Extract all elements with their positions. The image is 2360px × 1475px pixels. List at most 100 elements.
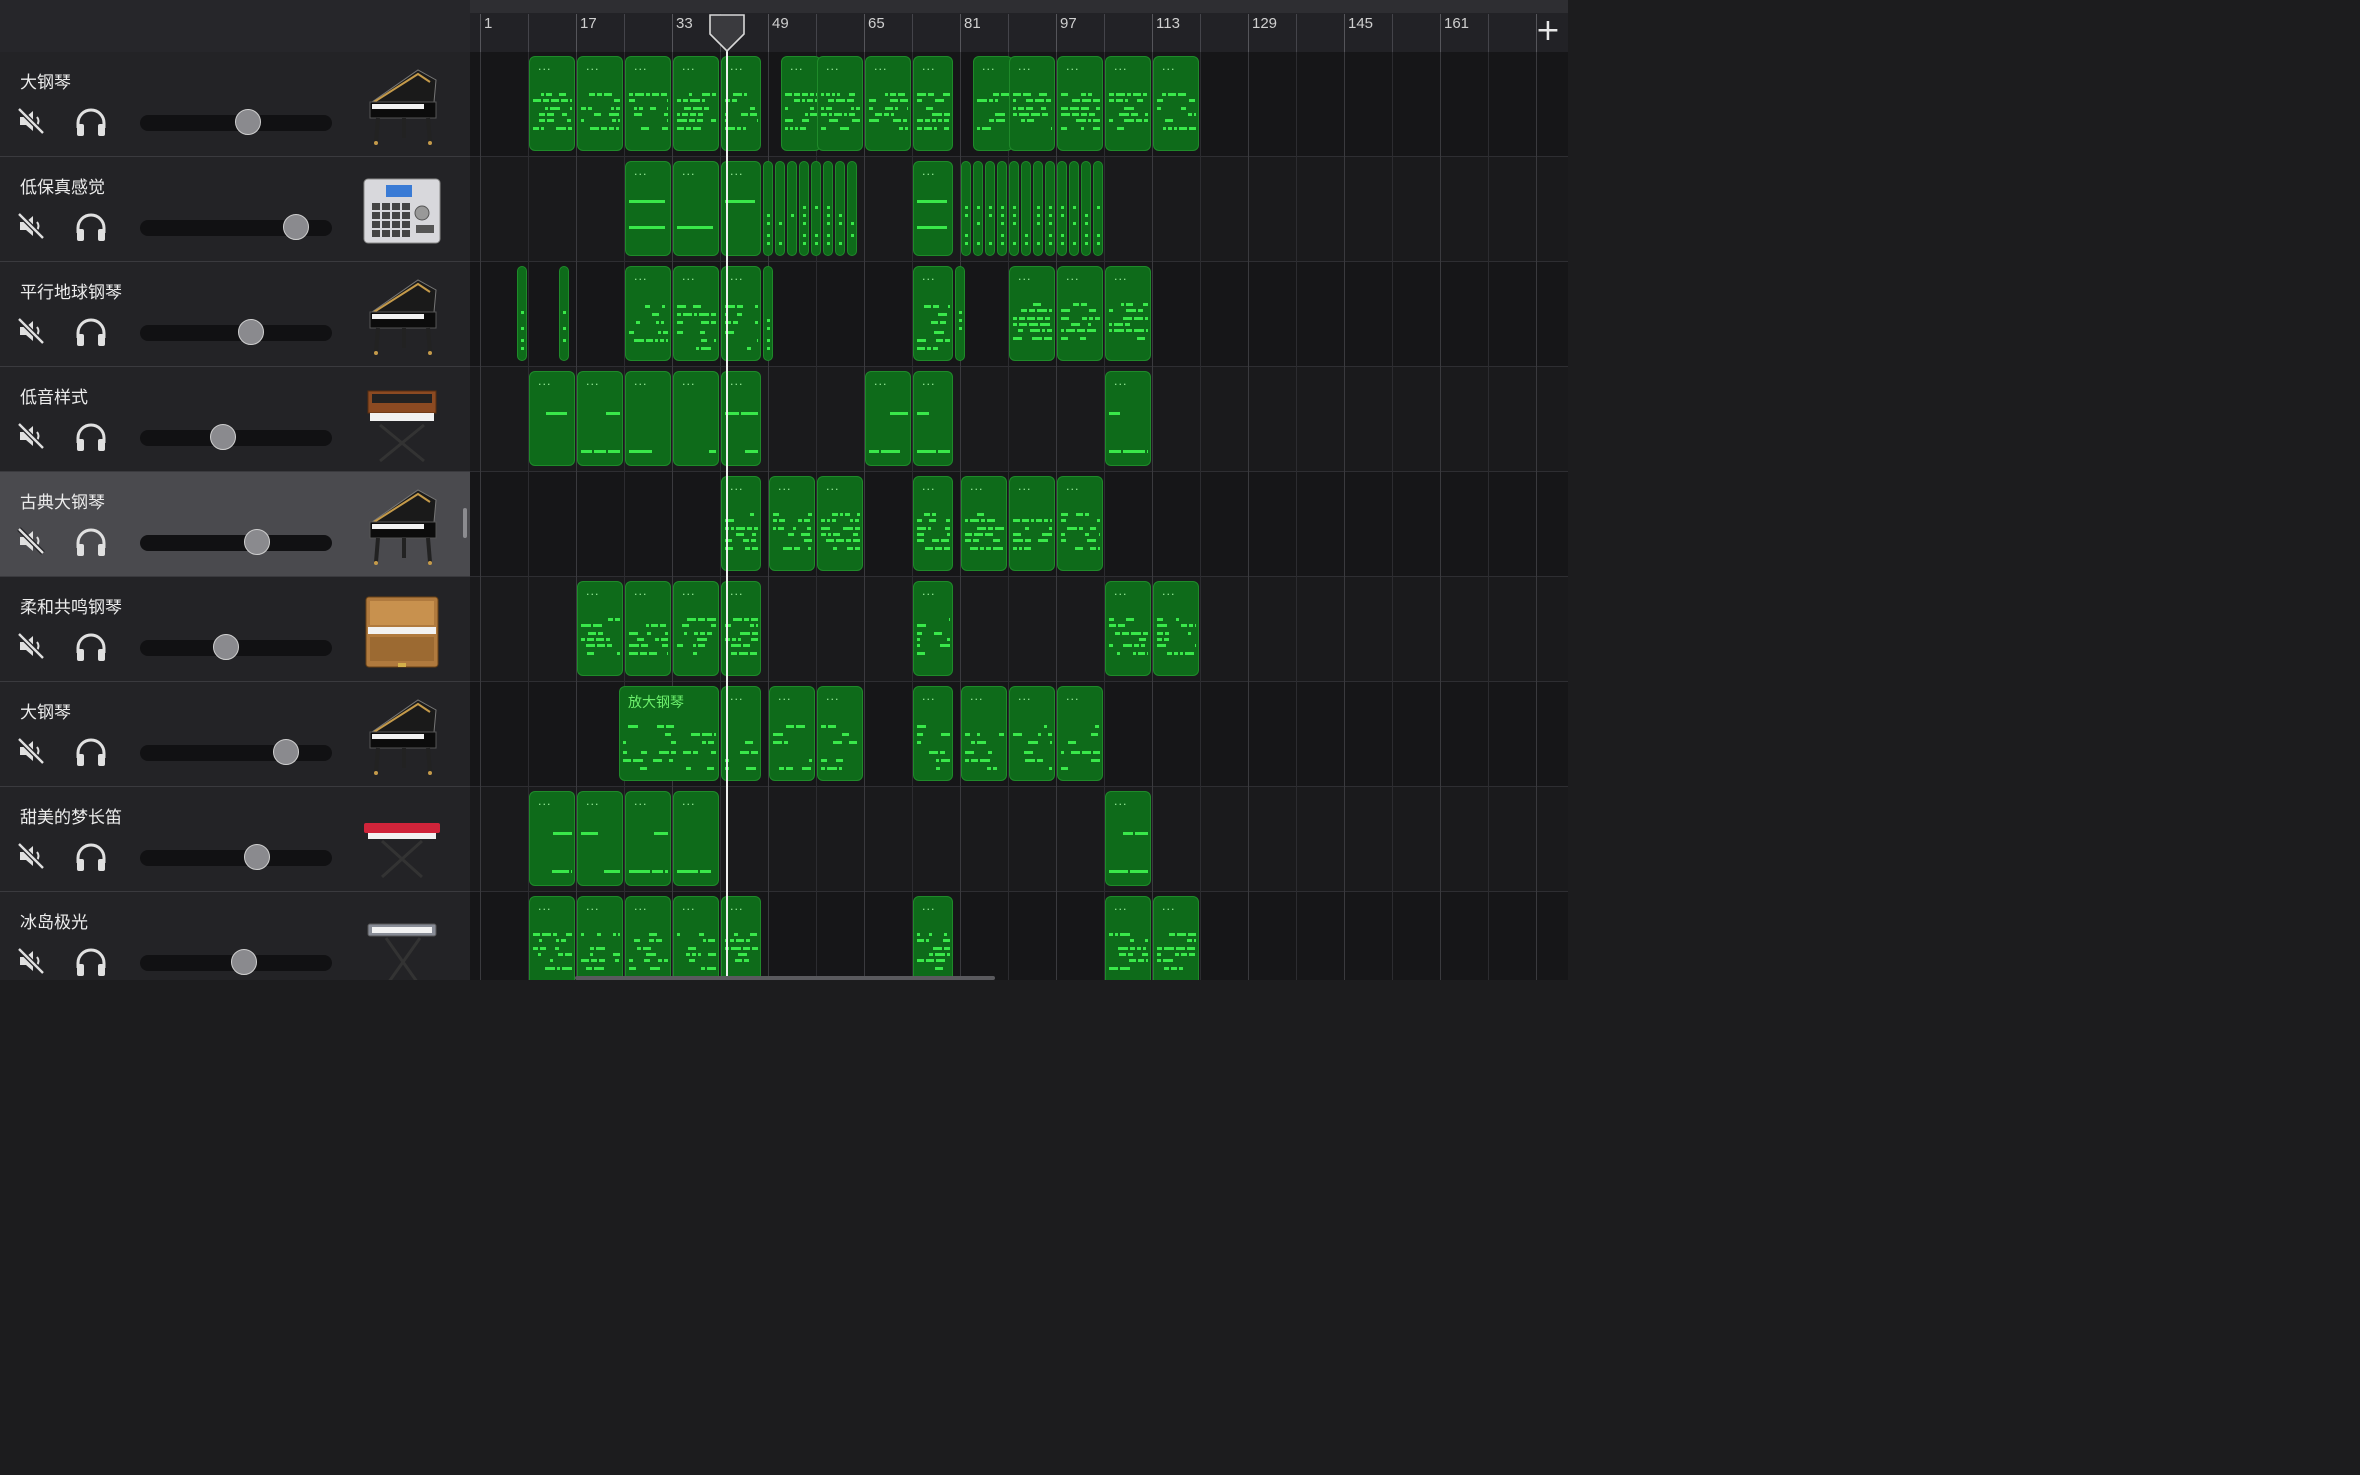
volume-slider-knob[interactable]: [282, 214, 309, 240]
midi-region[interactable]: ···: [769, 476, 815, 571]
midi-region[interactable]: ···: [577, 56, 623, 151]
midi-region[interactable]: [517, 266, 527, 361]
midi-region[interactable]: [997, 161, 1007, 256]
midi-region[interactable]: ···: [577, 791, 623, 886]
volume-slider-knob[interactable]: [209, 424, 236, 450]
midi-region[interactable]: ···: [1105, 266, 1151, 361]
midi-region[interactable]: [1093, 161, 1103, 256]
midi-region[interactable]: [961, 161, 971, 256]
midi-region[interactable]: ···: [625, 266, 671, 361]
midi-region[interactable]: ···: [1057, 266, 1103, 361]
midi-region[interactable]: ···: [625, 56, 671, 151]
solo-button[interactable]: [74, 526, 108, 558]
volume-slider[interactable]: [140, 739, 332, 765]
timeline[interactable]: ··· ··· ··· ··· ··· ··· ··· ··· ··· ··· ··· ··· ··· ·…: [470, 52, 1568, 980]
solo-button[interactable]: [74, 316, 108, 348]
midi-region[interactable]: ···: [625, 371, 671, 466]
instrument-grand-piano-icon[interactable]: [358, 272, 446, 360]
midi-region[interactable]: ···: [673, 371, 719, 466]
mute-button[interactable]: [16, 211, 46, 241]
midi-region[interactable]: [835, 161, 845, 256]
midi-region[interactable]: [1057, 161, 1067, 256]
midi-region[interactable]: ···: [973, 56, 1013, 151]
midi-region[interactable]: ···: [1105, 56, 1151, 151]
midi-region[interactable]: [847, 161, 857, 256]
volume-slider[interactable]: [140, 214, 332, 240]
solo-button[interactable]: [74, 211, 108, 243]
playhead-handle[interactable]: [708, 14, 746, 52]
volume-slider-knob[interactable]: [272, 739, 299, 765]
track-header[interactable]: 冰岛极光: [0, 892, 470, 980]
midi-region[interactable]: [763, 266, 773, 361]
midi-region[interactable]: [973, 161, 983, 256]
midi-region[interactable]: ···: [1009, 476, 1055, 571]
solo-button[interactable]: [74, 106, 108, 138]
midi-region[interactable]: ···: [1105, 581, 1151, 676]
volume-slider-knob[interactable]: [230, 949, 257, 975]
midi-region[interactable]: ···: [1153, 56, 1199, 151]
midi-region[interactable]: ···: [625, 161, 671, 256]
midi-region[interactable]: [811, 161, 821, 256]
track-header[interactable]: 平行地球钢琴: [0, 262, 470, 367]
instrument-drum-machine-icon[interactable]: [358, 167, 446, 255]
midi-region[interactable]: ···: [961, 686, 1007, 781]
instrument-keyboard-stand-icon[interactable]: [358, 902, 446, 980]
solo-button[interactable]: [74, 736, 108, 768]
midi-region[interactable]: [1033, 161, 1043, 256]
volume-slider-knob[interactable]: [234, 109, 261, 135]
volume-slider[interactable]: [140, 634, 332, 660]
mute-button[interactable]: [16, 106, 46, 136]
track-header[interactable]: 古典大钢琴: [0, 472, 470, 577]
midi-region[interactable]: ···: [1009, 266, 1055, 361]
volume-slider-knob[interactable]: [238, 319, 265, 345]
midi-region[interactable]: [1069, 161, 1079, 256]
midi-region[interactable]: ···: [961, 476, 1007, 571]
track-header[interactable]: 大钢琴: [0, 682, 470, 787]
midi-region[interactable]: ···: [769, 686, 815, 781]
mute-button[interactable]: [16, 526, 46, 556]
solo-button[interactable]: [74, 631, 108, 663]
midi-region[interactable]: ···: [865, 371, 911, 466]
solo-button[interactable]: [74, 421, 108, 453]
volume-slider[interactable]: [140, 109, 332, 135]
midi-region[interactable]: 放大钢琴: [619, 686, 719, 781]
horizontal-scrollbar[interactable]: [575, 976, 995, 980]
midi-region[interactable]: [955, 266, 965, 361]
midi-region[interactable]: ···: [673, 791, 719, 886]
midi-region[interactable]: ···: [817, 686, 863, 781]
midi-region[interactable]: ···: [577, 371, 623, 466]
midi-region[interactable]: [1081, 161, 1091, 256]
midi-region[interactable]: [799, 161, 809, 256]
track-header[interactable]: 大钢琴: [0, 52, 470, 157]
midi-region[interactable]: ···: [1105, 896, 1151, 980]
midi-region[interactable]: [985, 161, 995, 256]
volume-slider[interactable]: [140, 844, 332, 870]
midi-region[interactable]: [1009, 161, 1019, 256]
midi-region[interactable]: [823, 161, 833, 256]
mute-button[interactable]: [16, 421, 46, 451]
instrument-upright-piano-icon[interactable]: [358, 587, 446, 675]
solo-button[interactable]: [74, 841, 108, 873]
midi-region[interactable]: ···: [625, 791, 671, 886]
instrument-grand-piano-icon[interactable]: [358, 692, 446, 780]
instrument-grand-piano-icon[interactable]: [358, 62, 446, 150]
midi-region[interactable]: ···: [625, 581, 671, 676]
bar-ruler[interactable]: + 1 17 33 49 65 81 97 113 129 145 161: [470, 0, 1568, 53]
volume-slider[interactable]: [140, 529, 332, 555]
add-section-button[interactable]: +: [1528, 14, 1568, 50]
midi-region[interactable]: ···: [1153, 581, 1199, 676]
track-header[interactable]: 低音样式: [0, 367, 470, 472]
midi-region[interactable]: ···: [1057, 476, 1103, 571]
midi-region[interactable]: ···: [673, 581, 719, 676]
midi-region[interactable]: ···: [913, 371, 953, 466]
midi-region[interactable]: ···: [1057, 56, 1103, 151]
midi-region[interactable]: ···: [913, 581, 953, 676]
midi-region[interactable]: ···: [913, 476, 953, 571]
mute-button[interactable]: [16, 841, 46, 871]
midi-region[interactable]: [775, 161, 785, 256]
volume-slider-knob[interactable]: [213, 634, 240, 660]
midi-region[interactable]: ···: [673, 896, 719, 980]
midi-region[interactable]: ···: [1105, 371, 1151, 466]
mute-button[interactable]: [16, 316, 46, 346]
midi-region[interactable]: ···: [913, 896, 953, 980]
